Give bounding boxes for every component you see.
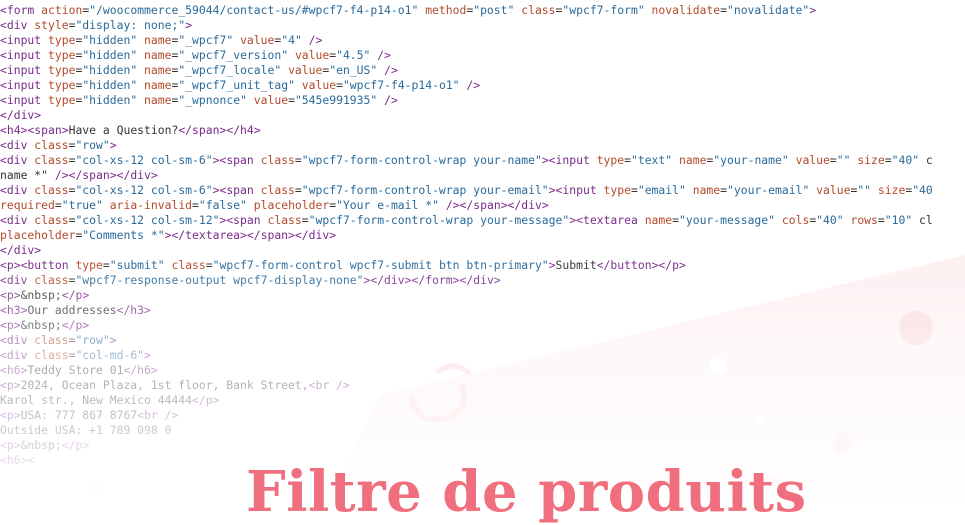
- code-line: <form action="/woocommerce_59044/contact…: [0, 3, 817, 17]
- code-line: Karol str., New Mexico 44444</p>: [0, 393, 220, 407]
- code-line: <div class="row">: [0, 333, 117, 347]
- code-line: <input type="hidden" name="_wpcf7" value…: [0, 33, 323, 47]
- code-line: <h4><span>Have a Question?</span></h4>: [0, 123, 261, 137]
- code-line: <p>2024, Ocean Plaza, 1st floor, Bank St…: [0, 378, 350, 392]
- code-line: <p>USA: 777 867 8767<br />: [0, 408, 179, 422]
- code-line: <p>&nbsp;</p>: [0, 318, 90, 332]
- code-line: <h3>Our addresses</h3>: [0, 303, 151, 317]
- code-line: </div>: [0, 108, 42, 122]
- page-heading: Filtre de produits: [246, 459, 807, 525]
- code-line: <div class="col-md-6">: [0, 348, 151, 362]
- code-line: <p>&nbsp;</p>: [0, 288, 90, 302]
- code-line: <div class="col-xs-12 col-sm-12"><span c…: [0, 213, 933, 227]
- decor-dot: [923, 473, 937, 487]
- code-line: <div style="display: none;">: [0, 18, 193, 32]
- code-line: </div>: [0, 243, 42, 257]
- code-line: <div class="wpcf7-response-output wpcf7-…: [0, 273, 501, 287]
- code-line: placeholder="Comments *"></textarea></sp…: [0, 228, 337, 242]
- code-line: <input type="hidden" name="_wpnonce" val…: [0, 93, 398, 107]
- code-line: <input type="hidden" name="_wpcf7_unit_t…: [0, 78, 481, 92]
- code-line: <input type="hidden" name="_wpcf7_locale…: [0, 63, 398, 77]
- code-line: <h6>Teddy Store 01</h6>: [0, 363, 158, 377]
- source-code-view: <form action="/woocommerce_59044/contact…: [0, 3, 965, 468]
- code-line: required="true" aria-invalid="false" pla…: [0, 198, 549, 212]
- code-line: <p><button type="submit" class="wpcf7-fo…: [0, 258, 686, 272]
- code-line: <div class="col-xs-12 col-sm-6"><span cl…: [0, 183, 933, 197]
- code-line: <div class="col-xs-12 col-sm-6"><span cl…: [0, 153, 933, 167]
- code-line: <input type="hidden" name="_wpcf7_versio…: [0, 48, 391, 62]
- code-line: Outside USA: +1 789 098 0: [0, 423, 172, 437]
- decor-dot: [89, 480, 105, 496]
- code-line: name *" /></span></div>: [0, 168, 158, 182]
- code-line: <p>&nbsp;</p>: [0, 438, 90, 452]
- code-line: <div class="row">: [0, 138, 117, 152]
